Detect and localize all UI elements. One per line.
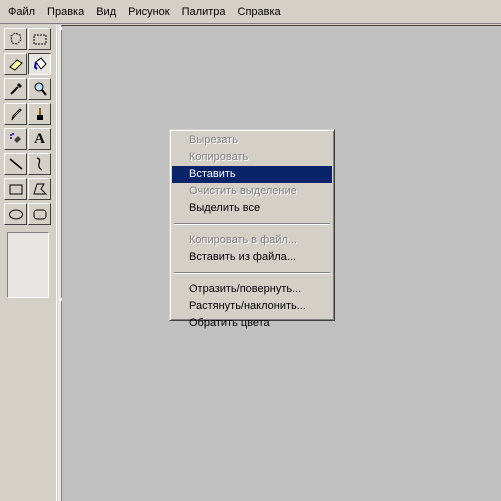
ellipse-icon bbox=[8, 209, 23, 220]
menu-item-cut: Вырезать bbox=[189, 134, 238, 146]
rectangle-icon bbox=[9, 184, 22, 195]
free-select-icon bbox=[9, 32, 22, 45]
eraser-tool[interactable] bbox=[4, 53, 27, 75]
brush-tool[interactable] bbox=[28, 103, 51, 125]
polygon-tool[interactable] bbox=[28, 178, 51, 200]
eraser-icon bbox=[8, 59, 23, 71]
menu-item-flip-rotate[interactable]: Отразить/повернуть... bbox=[172, 281, 332, 298]
rect-select-icon bbox=[33, 34, 46, 45]
curve-tool[interactable] bbox=[28, 153, 51, 175]
menu-item-clear-selection: Очистить выделение bbox=[189, 185, 297, 197]
resize-handle-middle[interactable] bbox=[59, 298, 62, 301]
menu-file[interactable]: Файл bbox=[2, 2, 41, 22]
polygon-icon bbox=[32, 183, 47, 195]
airbrush-tool[interactable] bbox=[4, 128, 27, 150]
curve-icon bbox=[36, 157, 42, 171]
magnifier-icon bbox=[34, 82, 47, 96]
menu-item-copy-to-file: Копировать в файл... bbox=[189, 234, 298, 246]
rectangle-tool[interactable] bbox=[4, 178, 27, 200]
rect-select-tool[interactable] bbox=[28, 28, 51, 50]
menu-item-paste-from-file[interactable]: Вставить из файла... bbox=[172, 249, 332, 266]
line-icon bbox=[9, 158, 22, 170]
pencil-tool[interactable] bbox=[4, 103, 27, 125]
magnifier-tool[interactable] bbox=[28, 78, 51, 100]
rounded-rect-icon bbox=[33, 209, 46, 220]
tool-box: A bbox=[0, 25, 57, 501]
color-picker-icon bbox=[9, 83, 22, 95]
menu-bar: Файл Правка Вид Рисунок Палитра Справка bbox=[0, 0, 501, 24]
context-menu: Вырезать Копировать Вставить Очистить вы… bbox=[169, 129, 335, 329]
resize-handle-top[interactable] bbox=[59, 27, 62, 30]
text-icon: A bbox=[34, 130, 45, 147]
canvas-edge bbox=[58, 25, 62, 501]
menu-item-select-all[interactable]: Выделить все bbox=[172, 200, 332, 217]
menu-help[interactable]: Справка bbox=[232, 2, 287, 22]
line-tool[interactable] bbox=[4, 153, 27, 175]
menu-view[interactable]: Вид bbox=[90, 2, 122, 22]
menu-edit[interactable]: Правка bbox=[41, 2, 90, 22]
ellipse-tool[interactable] bbox=[4, 203, 27, 225]
menu-separator bbox=[174, 272, 330, 274]
pencil-icon bbox=[11, 108, 22, 121]
menu-item-invert-colors[interactable]: Обратить цвета bbox=[172, 315, 332, 332]
menu-item-stretch-skew[interactable]: Растянуть/наклонить... bbox=[172, 298, 332, 315]
text-tool[interactable]: A bbox=[28, 128, 51, 150]
color-picker-tool[interactable] bbox=[4, 78, 27, 100]
menu-item-paste[interactable]: Вставить bbox=[172, 166, 332, 183]
menu-separator bbox=[174, 223, 330, 225]
menu-colors[interactable]: Палитра bbox=[176, 2, 232, 22]
free-select-tool[interactable] bbox=[4, 28, 27, 50]
tool-options-box[interactable] bbox=[7, 232, 49, 298]
fill-icon bbox=[33, 57, 47, 70]
airbrush-icon bbox=[9, 133, 21, 143]
rounded-rect-tool[interactable] bbox=[28, 203, 51, 225]
brush-icon bbox=[36, 108, 43, 120]
menu-item-copy: Копировать bbox=[189, 151, 249, 163]
menu-image[interactable]: Рисунок bbox=[122, 2, 176, 22]
fill-tool[interactable] bbox=[28, 53, 51, 75]
